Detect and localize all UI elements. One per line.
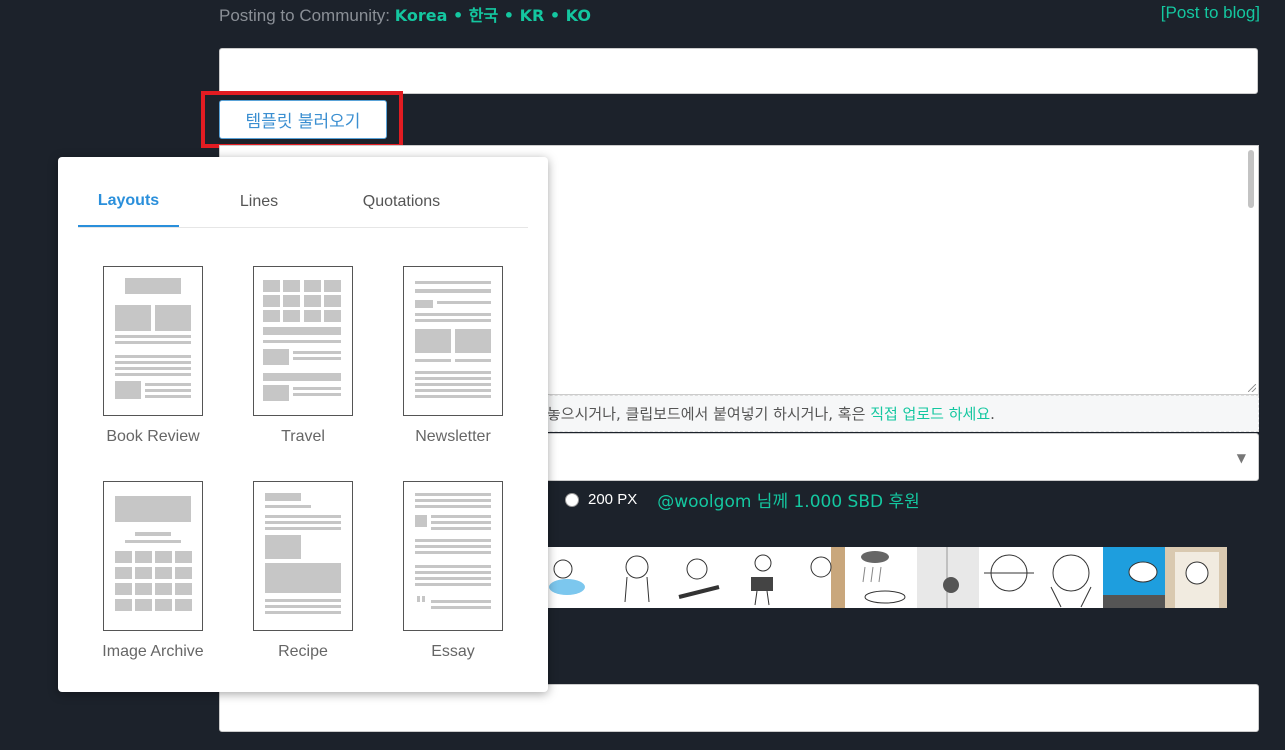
size-label: 200 PX: [588, 491, 638, 508]
layout-newsletter[interactable]: Newsletter: [378, 266, 528, 446]
layout-label: Book Review: [106, 428, 200, 445]
template-tabs: Layouts Lines Quotations: [78, 177, 528, 228]
upload-link[interactable]: 직접 업로드 하세요: [870, 405, 990, 423]
sticker-6[interactable]: [855, 547, 917, 608]
layout-label: Recipe: [278, 643, 328, 660]
travel-thumbnail: [253, 266, 353, 416]
essay-thumbnail: [403, 481, 503, 631]
dropzone-text: 놓으시거나, 클립보드에서 붙여넣기 하시거나, 혹은: [547, 405, 871, 423]
sticker-9[interactable]: [1041, 547, 1103, 608]
layout-travel[interactable]: Travel: [228, 266, 378, 446]
tab-layouts[interactable]: Layouts: [78, 177, 179, 227]
sticker-1[interactable]: [545, 547, 607, 608]
sticker-10[interactable]: [1103, 547, 1165, 608]
tab-lines[interactable]: Lines: [179, 177, 339, 226]
layout-image-archive[interactable]: Image Archive: [78, 481, 228, 661]
tip-text[interactable]: @woolgom 님께 1.000 SBD 후원: [657, 487, 920, 512]
sticker-3[interactable]: [669, 547, 731, 608]
layout-essay[interactable]: Essay: [378, 481, 528, 661]
tab-quotations[interactable]: Quotations: [339, 177, 464, 226]
layout-label: Newsletter: [415, 428, 491, 445]
size-option-row: 200 PX @woolgom 님께 1.000 SBD 후원: [565, 487, 920, 512]
triangle-down-icon: ▼: [1236, 451, 1246, 465]
book-review-thumbnail: [103, 266, 203, 416]
sticker-7[interactable]: [917, 547, 979, 608]
newsletter-thumbnail: [403, 266, 503, 416]
sticker-5[interactable]: [793, 547, 855, 608]
sticker-11[interactable]: [1165, 547, 1227, 608]
title-input[interactable]: [219, 48, 1258, 94]
layout-label: Travel: [281, 428, 325, 445]
image-archive-thumbnail: [103, 481, 203, 631]
recipe-thumbnail: [253, 481, 353, 631]
sticker-8[interactable]: [979, 547, 1041, 608]
sticker-2[interactable]: [607, 547, 669, 608]
resize-handle-icon[interactable]: [1248, 384, 1256, 392]
post-to-blog-link[interactable]: [Post to blog]: [1161, 3, 1260, 23]
layout-book-review[interactable]: Book Review: [78, 266, 228, 446]
dropzone-end: .: [990, 405, 995, 423]
layout-label: Essay: [431, 643, 475, 660]
size-radio[interactable]: [565, 492, 579, 507]
editor-scrollbar[interactable]: [1248, 150, 1254, 208]
template-popup: Layouts Lines Quotations Book Review Tra…: [58, 157, 548, 692]
highlight-box: [201, 91, 403, 148]
sticker-4[interactable]: [731, 547, 793, 608]
sticker-strip: [545, 547, 1227, 608]
popup-caret: [290, 148, 308, 157]
layout-recipe[interactable]: Recipe: [228, 481, 378, 661]
posting-label: Posting to Community:: [219, 6, 391, 25]
community-name[interactable]: Korea • 한국 • KR • KO: [395, 6, 591, 25]
layout-label: Image Archive: [102, 643, 204, 660]
community-header: Posting to Community: Korea • 한국 • KR • …: [219, 2, 591, 26]
